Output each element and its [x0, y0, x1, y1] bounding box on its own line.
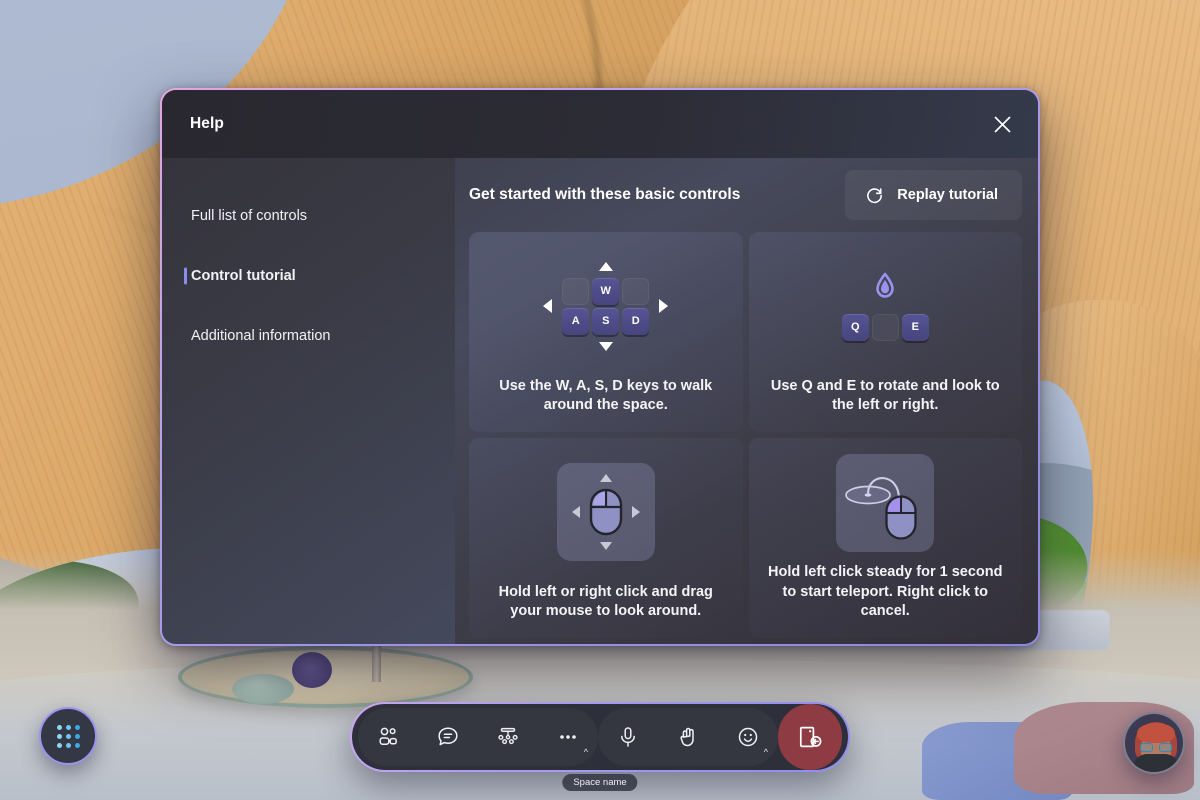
bottom-toolbar-container: ^ ^: [350, 702, 850, 772]
arrow-left-icon: [571, 506, 580, 519]
tutorial-card-wasd: W A S D Use the W, A, S, D keys to walk …: [469, 232, 743, 432]
tutorial-card-rotate: Q E Use Q and E to rotate and look to th…: [748, 232, 1023, 432]
help-content: Get started with these basic controls Re…: [455, 158, 1038, 644]
close-button[interactable]: [984, 106, 1020, 142]
content-header: Get started with these basic controls Re…: [455, 158, 1022, 232]
raise-hand-button[interactable]: [658, 708, 718, 766]
teleport-panel: [836, 453, 935, 552]
arrow-left-icon: [543, 299, 553, 314]
rotate-illustration: Q E: [749, 236, 1023, 377]
mic-button[interactable]: [598, 708, 658, 766]
tutorial-card-grid: W A S D Use the W, A, S, D keys to walk …: [455, 232, 1022, 638]
planter-rock: [232, 674, 294, 704]
key-blank-3: [871, 313, 899, 341]
toolbar-group-left: ^: [358, 708, 598, 766]
mouse-icon: [589, 489, 622, 536]
microphone-icon: [621, 727, 635, 747]
help-dialog-inner: Help Full list of controls Control tutor…: [162, 90, 1038, 644]
refresh-icon: [867, 187, 883, 203]
wasd-keygrid: W A S D: [562, 277, 650, 335]
rotate-droplet-icon: [876, 272, 895, 298]
close-icon: [994, 116, 1010, 132]
mouse-vertical-column: [589, 474, 623, 551]
wasd-diagram: W A S D: [543, 261, 669, 351]
tutorial-card-caption: Use Q and E to rotate and look to the le…: [770, 377, 1000, 414]
arrow-down-icon: [599, 542, 612, 551]
more-dots-icon: [560, 735, 576, 739]
toolbar-group-right: ^: [598, 708, 778, 766]
arrow-right-icon: [631, 506, 640, 519]
sidebar-item-full-list-of-controls[interactable]: Full list of controls: [162, 186, 455, 246]
key-blank-2: [622, 277, 650, 305]
key-s: S: [592, 307, 620, 335]
help-sidebar: Full list of controls Control tutorial A…: [162, 158, 455, 644]
avatar[interactable]: [1123, 712, 1185, 774]
wasd-illustration: W A S D: [469, 236, 743, 377]
replay-tutorial-label: Replay tutorial: [897, 187, 998, 203]
leave-door-icon: [799, 726, 822, 748]
key-d: D: [622, 307, 650, 335]
seats-button[interactable]: [478, 708, 538, 766]
sidebar-item-additional-information[interactable]: Additional information: [162, 306, 455, 366]
seats-icon: [498, 727, 518, 745]
avatar-hair-front: [1137, 723, 1175, 743]
leave-button[interactable]: [778, 704, 842, 770]
mouse-look-illustration: [469, 442, 743, 583]
apps-launcher-button[interactable]: [39, 707, 97, 765]
key-a: A: [562, 307, 590, 335]
sidebar-item-label: Full list of controls: [191, 208, 308, 224]
tutorial-card-caption: Hold left click steady for 1 second to s…: [768, 564, 1003, 620]
reactions-button[interactable]: ^: [718, 708, 778, 766]
avatar-glasses: [1140, 743, 1172, 752]
chat-icon: [438, 727, 458, 746]
arrow-down-icon: [598, 341, 613, 351]
sidebar-item-control-tutorial[interactable]: Control tutorial: [162, 246, 455, 306]
key-w: W: [592, 277, 620, 305]
tutorial-card-teleport: Hold left click steady for 1 second to s…: [748, 438, 1023, 638]
people-icon: [379, 727, 397, 745]
planter-bush: [292, 652, 332, 688]
arrow-right-icon: [659, 299, 669, 314]
teleport-arc-icon: [845, 476, 917, 540]
content-heading: Get started with these basic controls: [469, 186, 741, 203]
key-blank-1: [562, 277, 590, 305]
qe-keyrow: Q E: [841, 313, 929, 341]
chat-button[interactable]: [418, 708, 478, 766]
more-button[interactable]: ^: [538, 708, 598, 766]
grid-dots-icon: [56, 724, 80, 748]
wasd-column: W A S D: [562, 261, 650, 351]
mouse-direction-cross: [571, 474, 640, 551]
replay-tutorial-button[interactable]: Replay tutorial: [845, 170, 1022, 220]
mouse-look-panel: [556, 463, 655, 562]
qe-diagram: Q E: [841, 272, 929, 341]
chevron-up-icon: ^: [763, 747, 768, 757]
avatar-body: [1133, 754, 1179, 772]
key-e: E: [901, 313, 929, 341]
arrow-up-icon: [598, 261, 613, 271]
page-title: Help: [190, 115, 224, 132]
tutorial-card-caption: Hold left or right click and drag your m…: [498, 583, 713, 620]
sidebar-item-label: Additional information: [191, 328, 331, 344]
key-q: Q: [841, 313, 869, 341]
emoji-icon: [738, 727, 758, 747]
space-name-label: Space name: [562, 774, 638, 791]
tutorial-card-caption: Use the W, A, S, D keys to walk around t…: [499, 377, 713, 414]
arrow-up-icon: [599, 474, 612, 483]
people-button[interactable]: [358, 708, 418, 766]
help-dialog: Help Full list of controls Control tutor…: [160, 88, 1040, 646]
sidebar-item-label: Control tutorial: [191, 268, 296, 284]
raise-hand-icon: [680, 727, 694, 747]
help-dialog-header: Help: [162, 90, 1038, 158]
help-dialog-body: Full list of controls Control tutorial A…: [162, 158, 1038, 644]
chevron-up-icon: ^: [583, 747, 588, 757]
teleport-illustration: [749, 442, 1023, 563]
mouse-icon: [885, 495, 917, 540]
tutorial-card-mouse-look: Hold left or right click and drag your m…: [469, 438, 743, 638]
bottom-toolbar: ^ ^: [352, 704, 848, 770]
